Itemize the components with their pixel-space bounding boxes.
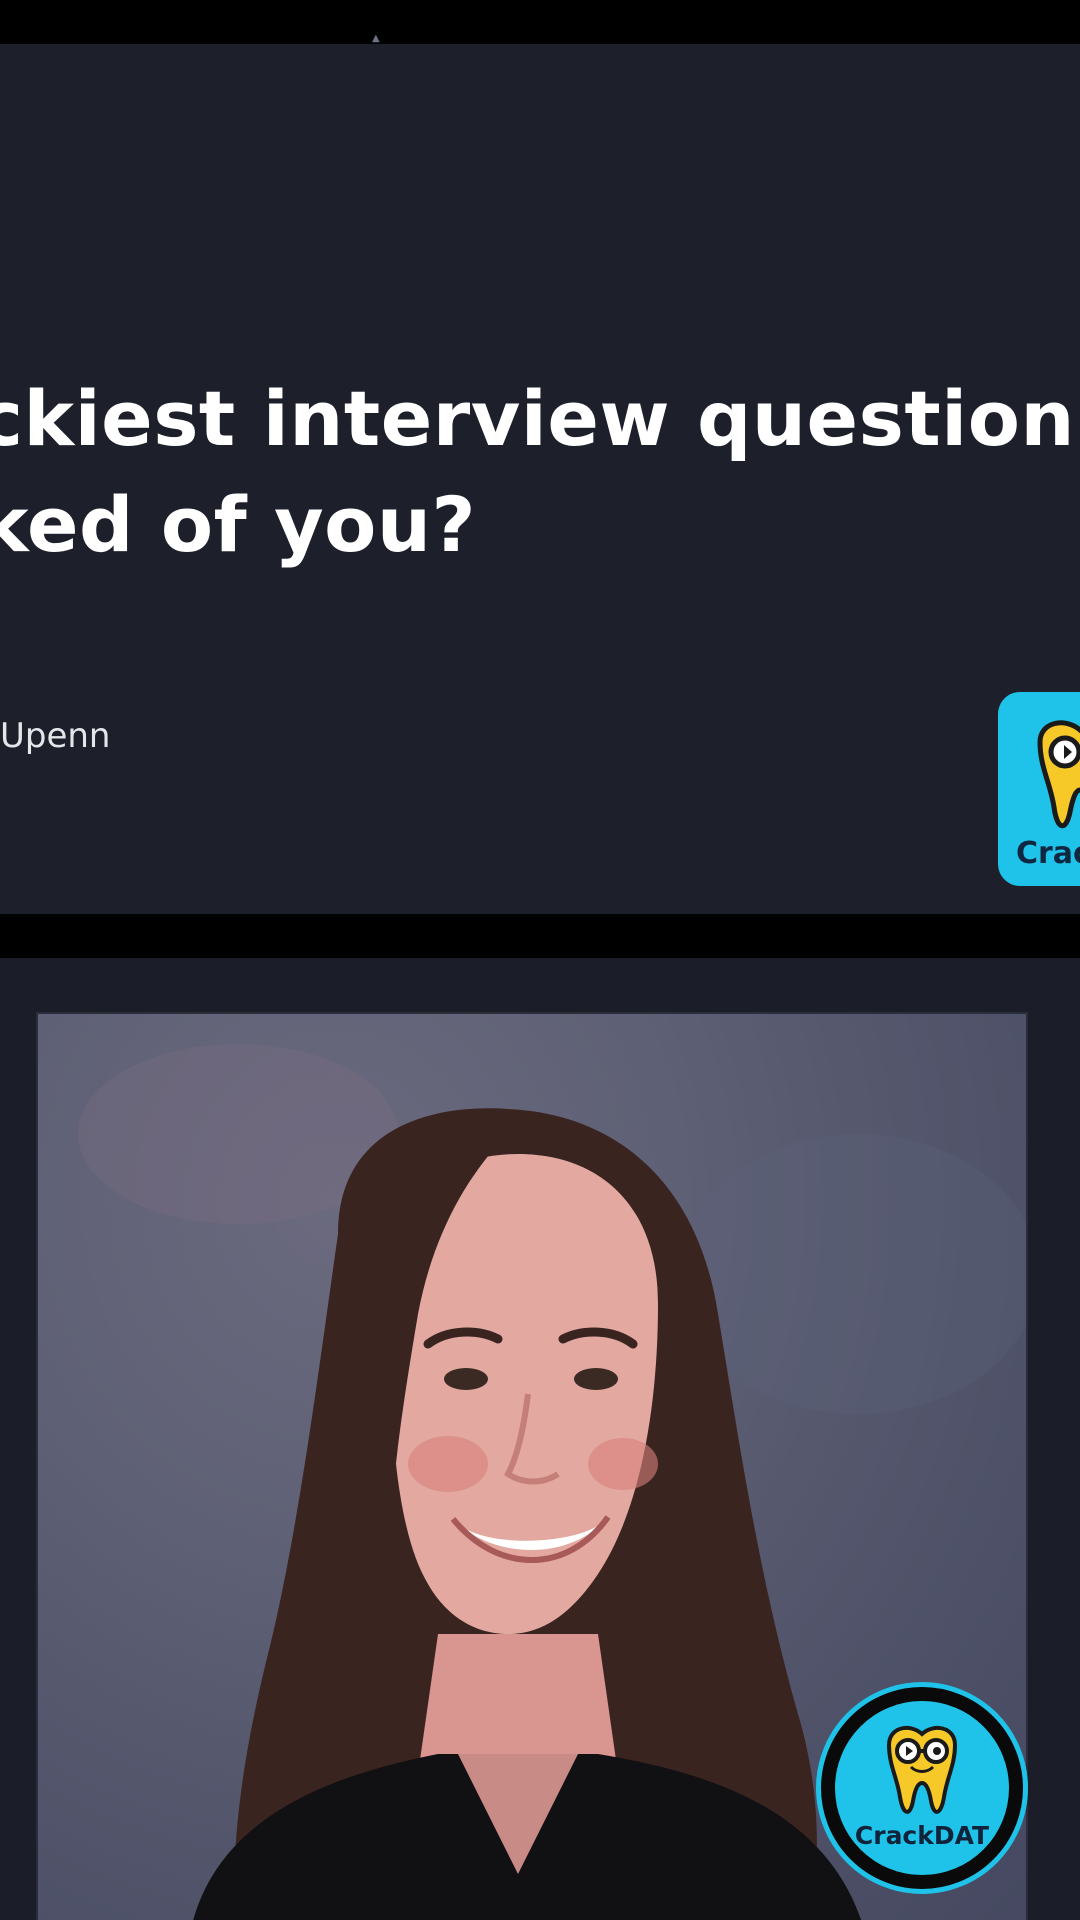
- logo-badge-label: CrackDAT: [854, 1821, 990, 1850]
- presentation-slide: ckiest interview question ked of you? Up…: [0, 44, 1080, 914]
- middle-letterbox-bar: [0, 914, 1080, 958]
- chevron-up-icon: ▲: [372, 33, 380, 44]
- logo-badge-inner: CrackDAT: [835, 1701, 1009, 1875]
- slide-subtitle: Upenn: [0, 716, 111, 756]
- slide-title: ckiest interview question ked of you?: [0, 366, 1075, 578]
- video-frame: ▲ ckiest interview question ked of you? …: [0, 0, 1080, 1920]
- slide-title-line-1: ckiest interview question: [0, 374, 1076, 463]
- tooth-with-glasses-icon: [1037, 720, 1080, 829]
- slide-title-line-2: ked of you?: [0, 480, 477, 569]
- slide-brand-logo: Crac: [998, 692, 1080, 886]
- top-letterbox-bar: ▲: [0, 0, 1080, 44]
- crackdat-logo-badge: CrackDAT: [816, 1682, 1028, 1894]
- tooth-with-glasses-icon: [886, 1725, 958, 1814]
- slide-logo-label: Crac: [1016, 836, 1080, 871]
